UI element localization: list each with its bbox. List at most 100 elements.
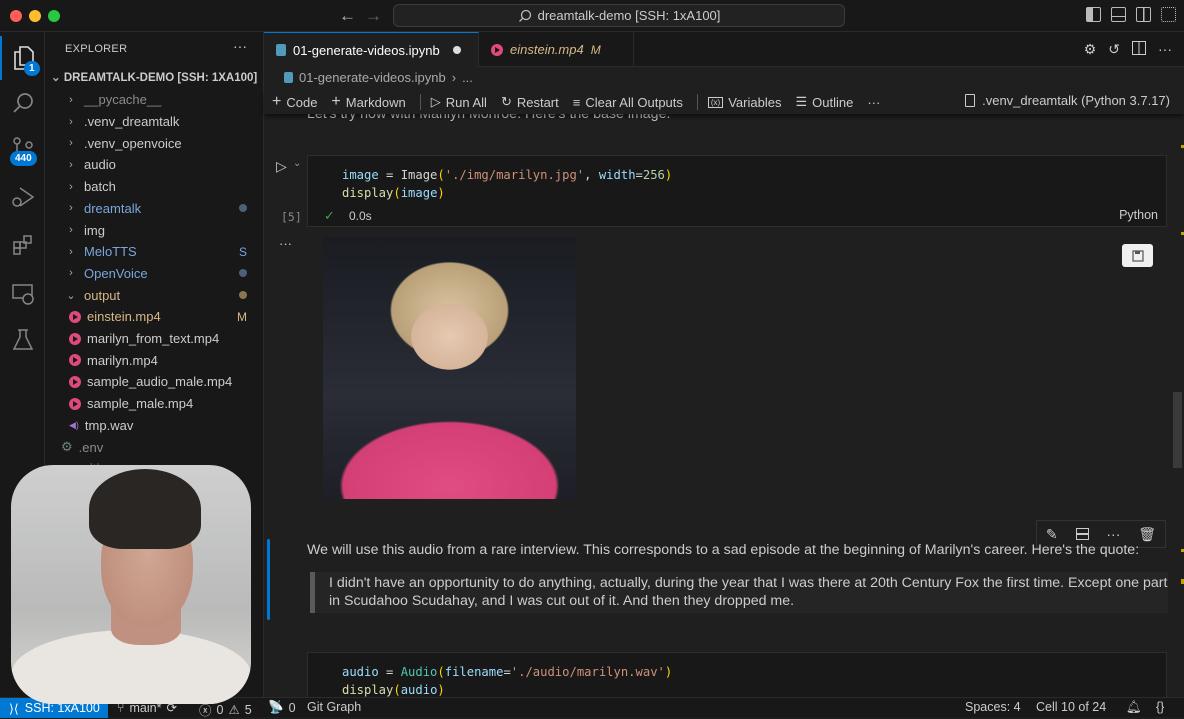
clear-outputs-button[interactable]: ≡ Clear All Outputs [573,95,683,110]
workspace-root[interactable]: ⌄ DREAMTALK-DEMO [SSH: 1XA100] [51,70,257,84]
code-line: display(audio) [342,683,445,697]
more-icon[interactable]: ··· [1106,526,1120,542]
code-cell[interactable]: image = Image('./img/marilyn.jpg', width… [307,155,1167,227]
tree-item[interactable]: sample_male.mp4 [45,393,263,415]
tree-item[interactable]: ◀) tmp.wav [45,415,263,437]
cell-indicator[interactable]: Cell 10 of 24 [1036,700,1106,714]
activity-run-debug[interactable] [0,175,45,219]
chevron-down-icon[interactable]: ⌄ [293,158,301,169]
notebook-toolbar: + Code + Markdown ▷ Run All ↻ Restart ≡ Clear… [264,90,1184,114]
chevron-right-icon: › [451,70,457,85]
activity-testing[interactable] [0,318,45,362]
run-all-icon: ▷ [430,94,441,109]
tab-label: 01-generate-videos.ipynb [293,42,440,58]
breadcrumb-file[interactable]: 01-generate-videos.ipynb [299,70,446,85]
close-window-button[interactable] [10,10,22,22]
explorer-more-button[interactable]: ··· [233,38,247,54]
flask-icon [12,329,33,350]
split-editor-icon[interactable] [1132,41,1146,55]
customize-layout-icon[interactable] [1161,7,1176,22]
toggle-primary-sidebar-icon[interactable] [1086,7,1101,22]
variables-icon: (x) [707,96,724,108]
ports-indicator[interactable]: 📡 0 [268,700,296,715]
tree-item[interactable]: marilyn.mp4 [45,349,263,371]
maximize-window-button[interactable] [48,10,60,22]
outline-button[interactable]: ☰ Outline [795,94,853,110]
tree-item[interactable]: › dreamtalk [45,198,263,220]
activity-remote-explorer[interactable] [0,272,45,316]
cell-language[interactable]: Python [1119,208,1158,222]
output-more-icon[interactable]: ··· [279,236,292,251]
tree-item[interactable]: ⌄ output [45,284,263,306]
variables-label: Variables [728,94,782,110]
source-control-badge: 440 [10,151,37,166]
unsaved-dot-icon[interactable] [452,46,461,54]
tree-item-label: .env [78,439,104,455]
tree-item-label: marilyn_from_text.mp4 [87,331,220,347]
restart-button[interactable]: ↻ Restart [501,94,559,110]
explorer-badge: 1 [24,61,40,76]
breadcrumb: 01-generate-videos.ipynb › ... [284,70,473,85]
code-cell[interactable]: audio = Audio(filename='./audio/marilyn.… [307,652,1167,697]
chevron-right-icon: › [69,137,73,150]
git-graph-button[interactable]: Git Graph [307,700,361,714]
vertical-scrollbar[interactable] [1173,392,1182,468]
tree-item[interactable]: › .venv_dreamtalk [45,111,263,133]
tree-item-label: sample_male.mp4 [87,396,194,412]
execution-time: 0.0s [349,209,372,223]
breadcrumb-rest[interactable]: ... [462,70,473,85]
tree-item[interactable]: ⚙ .env [45,436,263,458]
chevron-right-icon: › [69,202,73,215]
outline-label: Outline [812,94,854,110]
pencil-icon[interactable]: ✎ [1046,526,1058,543]
arrow-left-icon[interactable]: ← [339,6,356,26]
tree-item[interactable]: › batch [45,176,263,198]
run-all-button[interactable]: ▷ Run All [431,94,487,110]
json-braces-icon[interactable]: {} [1156,700,1164,714]
tree-item[interactable]: sample_audio_male.mp4 [45,371,263,393]
variables-button[interactable]: (x) Variables [707,94,782,110]
code-label: Code [286,94,318,110]
add-code-cell-button[interactable]: + Code [272,93,317,111]
indentation-indicator[interactable]: Spaces: 4 [965,700,1021,714]
gear-icon[interactable]: ⚙ [1084,41,1097,58]
toggle-secondary-sidebar-icon[interactable] [1136,7,1151,22]
tree-item[interactable]: › .venv_openvoice [45,132,263,154]
split-cell-icon[interactable] [1075,528,1089,540]
bell-icon[interactable]: 🔔︎ [1126,700,1142,715]
tree-item[interactable]: › audio [45,154,263,176]
arrow-right-icon[interactable]: → [365,6,382,26]
save-output-button[interactable] [1122,244,1153,267]
activity-explorer[interactable]: 1 [0,36,45,80]
trash-icon[interactable]: 🗑 [1138,526,1156,543]
minimize-window-button[interactable] [29,10,41,22]
code-line: image = Image('./img/marilyn.jpg', width… [342,168,673,182]
tree-item[interactable]: einstein.mp4 M [45,306,263,328]
more-actions-icon[interactable]: ··· [1158,41,1172,58]
chevron-right-icon: › [69,93,73,106]
video-file-icon [69,397,81,410]
activity-source-control[interactable]: 440 [0,126,45,170]
remote-explorer-icon [11,284,34,305]
tab-notebook[interactable]: 01-generate-videos.ipynb [264,32,479,67]
run-cell-icon[interactable]: ▷ [276,158,287,175]
add-markdown-cell-button[interactable]: + Markdown [331,93,405,111]
tab-einstein[interactable]: einstein.mp4 M [479,32,634,67]
activity-search[interactable] [0,81,45,125]
tree-item[interactable]: › MeloTTS S [45,241,263,263]
tree-item[interactable]: › OpenVoice [45,263,263,285]
video-file-icon [69,375,81,388]
tree-item-label: sample_audio_male.mp4 [87,374,233,390]
kernel-picker[interactable]: .venv_dreamtalk (Python 3.7.17) [965,93,1170,108]
code-line: audio = Audio(filename='./audio/marilyn.… [342,665,673,679]
activity-extensions[interactable] [0,223,45,267]
tree-item-label: marilyn.mp4 [87,352,158,368]
floppy-disk-icon [1131,249,1144,262]
toolbar-more-button[interactable]: ··· [867,95,880,110]
toggle-panel-icon[interactable] [1111,7,1126,22]
command-center-search[interactable]: dreamtalk-demo [SSH: 1xA100] [393,4,845,27]
tree-item[interactable]: › __pycache__ [45,89,263,111]
history-icon[interactable]: ↺ [1108,41,1120,58]
tree-item[interactable]: › img [45,219,263,241]
tree-item[interactable]: marilyn_from_text.mp4 [45,328,263,350]
